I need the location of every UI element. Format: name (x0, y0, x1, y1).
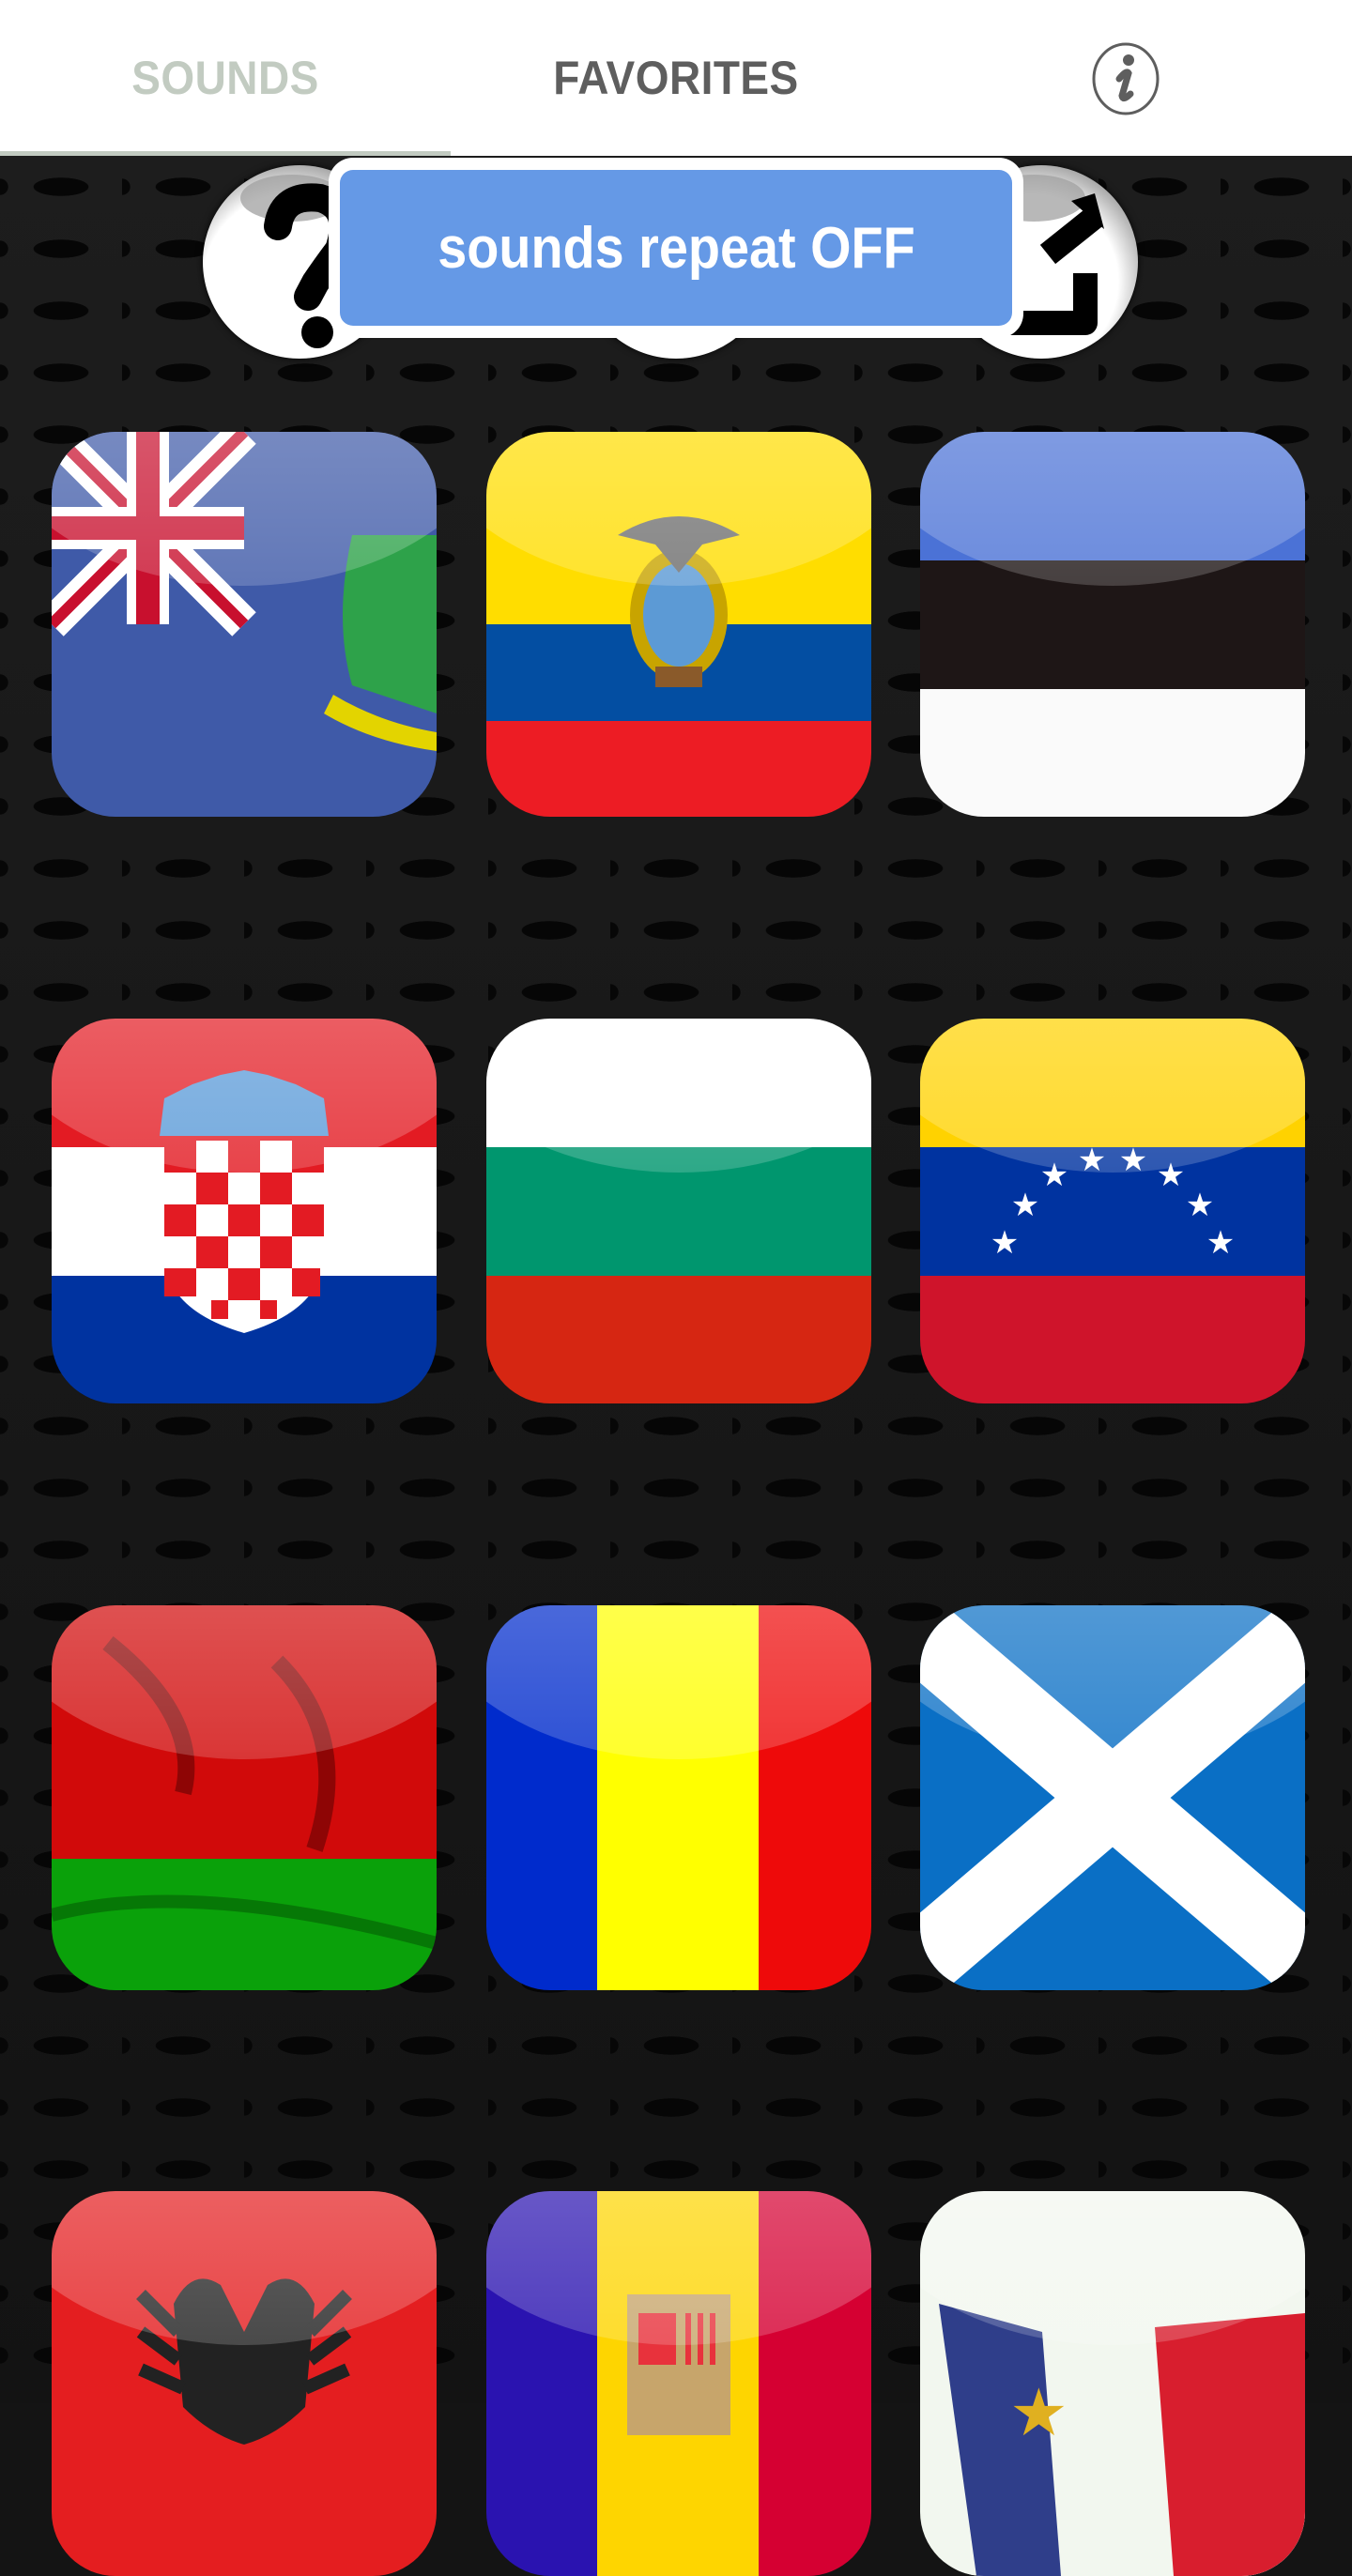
sound-tile-andorra[interactable] (486, 2191, 871, 2576)
flag-bulgaria (486, 1019, 871, 1403)
flag-ecuador (486, 432, 871, 817)
flag-albania (52, 2191, 437, 2576)
sound-tile-albania[interactable] (52, 2191, 437, 2576)
flag-estonia (920, 432, 1305, 817)
info-button[interactable] (1091, 41, 1160, 116)
sound-tile-virgin-islands[interactable] (52, 432, 437, 817)
svg-text:★: ★ (1119, 1142, 1147, 1179)
svg-text:★: ★ (1011, 1187, 1039, 1224)
flag-romania (486, 1605, 871, 1990)
svg-text:★: ★ (1157, 1157, 1185, 1194)
sounds-content: sounds repeat OFF ★ ★ ★ ★ ★ ★ ★ ★ ★ (0, 156, 1352, 2576)
sound-tile-bulgaria[interactable] (486, 1019, 871, 1403)
sound-tile-estonia[interactable] (920, 432, 1305, 817)
sound-tile-acadia[interactable]: ★ (920, 2191, 1305, 2576)
tab-sounds[interactable]: SOUNDS (18, 0, 433, 156)
flag-croatia (52, 1019, 437, 1403)
sound-tile-scotland[interactable] (920, 1605, 1305, 1990)
svg-text:★: ★ (1206, 1224, 1235, 1262)
info-icon (1092, 42, 1160, 115)
tab-bar: SOUNDS FAVORITES (0, 0, 1352, 157)
tab-favorites[interactable]: FAVORITES (469, 0, 883, 156)
svg-text:★: ★ (1009, 2374, 1068, 2451)
flag-scotland (920, 1605, 1305, 1990)
flag-belarus (52, 1605, 437, 1990)
sound-tile-ecuador[interactable] (486, 432, 871, 817)
toast: sounds repeat OFF (329, 158, 1023, 338)
flag-venezuela: ★★★ ★ ★ ★ ★★ (920, 1019, 1305, 1403)
svg-text:★: ★ (1186, 1187, 1214, 1224)
svg-text:★: ★ (1040, 1157, 1068, 1194)
sound-tile-croatia[interactable] (52, 1019, 437, 1403)
flag-virgin-islands (52, 432, 437, 817)
flag-acadia: ★ (920, 2191, 1305, 2576)
flag-andorra (486, 2191, 871, 2576)
svg-text:★: ★ (1078, 1142, 1106, 1179)
sound-tile-romania[interactable] (486, 1605, 871, 1990)
toast-text: sounds repeat OFF (437, 215, 915, 281)
sound-tile-venezuela[interactable]: ★ ★ ★ ★ ★ ★ ★ ★ (920, 1019, 1305, 1403)
svg-text:★: ★ (991, 1224, 1019, 1262)
sound-tile-belarus[interactable] (52, 1605, 437, 1990)
